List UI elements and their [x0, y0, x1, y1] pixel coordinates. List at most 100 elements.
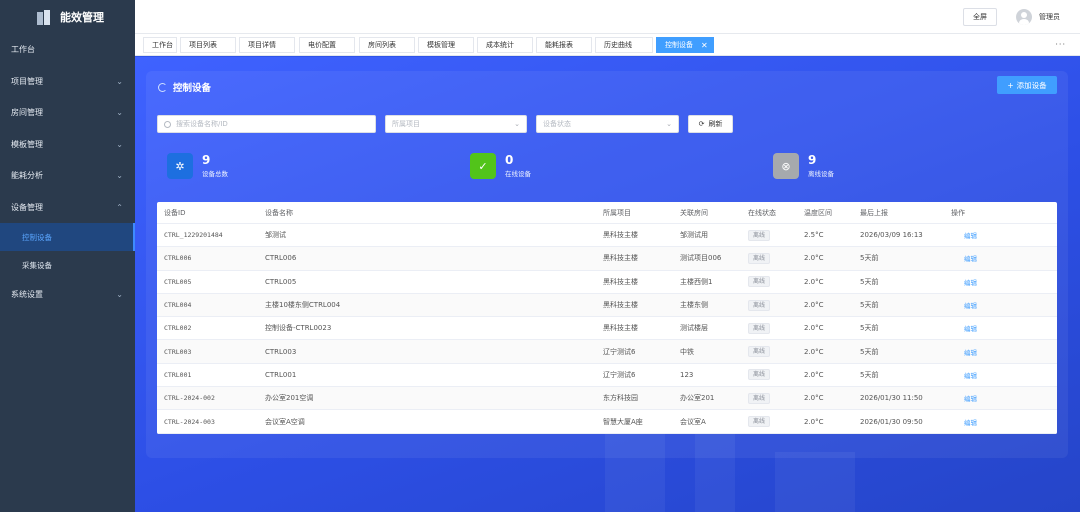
- building-icon: [36, 9, 51, 25]
- status-badge: 离线: [748, 276, 771, 288]
- table-cell: CTRL006: [265, 254, 297, 263]
- table-row: CTRL005 CTRL005 黑科技主楼 主楼西侧1 离线 2.0°C 5天前 编辑: [157, 271, 1057, 294]
- refresh-button[interactable]: ⟳ 刷新: [688, 115, 733, 133]
- status-badge: 离线: [748, 252, 771, 264]
- tab-item[interactable]: 控制设备 ✕: [656, 37, 714, 53]
- app-title: 能效管理: [60, 11, 104, 24]
- tab-label: 控制设备: [665, 41, 693, 49]
- sidebar-item[interactable]: 项目管理 ⌄: [0, 66, 135, 98]
- sidebar-item[interactable]: 模板管理 ⌄: [0, 129, 135, 161]
- user-avatar-icon[interactable]: [1016, 9, 1032, 25]
- table-cell: 2.5°C: [804, 231, 824, 240]
- tab-item[interactable]: 房间列表: [359, 37, 415, 53]
- table-cell: CTRL002: [164, 324, 192, 333]
- chevron-icon: ⌄: [116, 290, 123, 300]
- tab-item[interactable]: 项目列表: [180, 37, 236, 53]
- table-cell: 2026/01/30 09:50: [860, 417, 923, 426]
- search-placeholder: 搜索设备名称/ID: [176, 120, 228, 128]
- table-cell: 智慧大厦A座: [603, 417, 643, 426]
- tab-item[interactable]: 历史曲线: [595, 37, 653, 53]
- table-cell: 5天前: [860, 254, 879, 263]
- table-cell: 编辑: [944, 253, 1057, 263]
- table-cell: 会议室A空调: [265, 417, 305, 426]
- edit-link[interactable]: 编辑: [951, 419, 977, 427]
- chevron-down-icon: ⌄: [514, 120, 520, 128]
- chevron-down-icon: ⌄: [666, 120, 672, 128]
- table-cell: 离线: [741, 346, 797, 358]
- chevron-icon: ⌄: [116, 139, 123, 149]
- sidebar-item-label: 模板管理: [11, 139, 43, 149]
- sidebar-item[interactable]: 系统设置 ⌄: [0, 279, 135, 311]
- table-cell: 主楼10楼东侧CTRL004: [265, 301, 341, 310]
- tab-item[interactable]: 成本统计: [477, 37, 533, 53]
- search-input[interactable]: 搜索设备名称/ID: [157, 115, 376, 133]
- table-cell: CTRL001: [265, 370, 297, 379]
- user-name[interactable]: 管理员: [1039, 12, 1060, 22]
- edit-link[interactable]: 编辑: [951, 325, 977, 333]
- status-badge: 离线: [748, 229, 771, 241]
- edit-link[interactable]: 编辑: [951, 372, 977, 380]
- tab-label: 成本统计: [486, 41, 514, 49]
- table-cell: 编辑: [944, 370, 1057, 380]
- tab-item[interactable]: 电价配置: [299, 37, 355, 53]
- sidebar-item[interactable]: 房间管理 ⌄: [0, 97, 135, 129]
- sidebar-item[interactable]: 工作台: [0, 34, 135, 66]
- sidebar-subitem[interactable]: 采集设备: [0, 251, 135, 279]
- table-cell: CTRL004: [164, 301, 192, 310]
- table-cell: 5天前: [860, 301, 879, 310]
- background-decoration: [775, 452, 855, 512]
- table-cell: 办公室201空调: [265, 394, 314, 403]
- table-cell: 黑科技主楼: [603, 277, 638, 286]
- table-cell: 主楼东侧: [680, 301, 708, 310]
- table-cell: 2026/01/30 11:50: [860, 394, 923, 403]
- tab-label: 项目列表: [189, 41, 217, 49]
- edit-link[interactable]: 编辑: [951, 232, 977, 240]
- project-select[interactable]: 所属项目 ⌄: [385, 115, 527, 133]
- status-badge: 离线: [748, 416, 771, 428]
- stat-icon: ✓: [470, 153, 496, 179]
- edit-link[interactable]: 编辑: [951, 395, 977, 403]
- sidebar-subitem[interactable]: 控制设备: [0, 223, 135, 251]
- table-cell: 2.0°C: [804, 370, 824, 379]
- sidebar-item-label: 项目管理: [11, 76, 43, 86]
- table-row: CTRL-2024-002 办公室201空调 东方科技园 办公室201 离线 2.0°C 2…: [157, 387, 1057, 411]
- tab-more-icon[interactable]: ···: [1055, 40, 1066, 49]
- table-cell: 离线: [741, 369, 797, 381]
- table-cell: 离线: [741, 299, 797, 311]
- table-cell: CTRL_1229201484: [164, 231, 223, 240]
- table-cell: CTRL-2024-002: [164, 394, 215, 403]
- edit-link[interactable]: 编辑: [951, 255, 977, 263]
- sidebar-item[interactable]: 设备管理 ⌃: [0, 192, 135, 224]
- table-row: CTRL002 控制设备-CTRL0023 黑科技主楼 测试楼层 离线 2.0°C 5天前 编…: [157, 317, 1057, 341]
- tab-item[interactable]: 工作台: [143, 37, 177, 53]
- table-cell: 邹测试用: [680, 231, 708, 240]
- edit-link[interactable]: 编辑: [951, 349, 977, 357]
- status-badge: 离线: [748, 392, 771, 404]
- table-cell: 5天前: [860, 370, 879, 379]
- edit-link[interactable]: 编辑: [951, 279, 977, 287]
- tab-item[interactable]: 项目详情: [239, 37, 295, 53]
- column-header: 所属项目: [603, 208, 631, 217]
- chevron-icon: ⌄: [116, 108, 123, 118]
- tab-item[interactable]: 模板管理: [418, 37, 474, 53]
- tab-label: 工作台: [152, 41, 173, 49]
- table-cell: CTRL006: [164, 254, 192, 263]
- table-cell: 编辑: [944, 277, 1057, 287]
- sidebar-item-label: 房间管理: [11, 108, 43, 118]
- table-cell: 离线: [741, 229, 797, 241]
- stat-value: 9: [202, 153, 211, 167]
- column-header: 设备名称: [265, 208, 293, 217]
- sidebar-item[interactable]: 能耗分析 ⌄: [0, 160, 135, 192]
- table-cell: 东方科技园: [603, 394, 638, 403]
- refresh-label: 刷新: [708, 120, 723, 128]
- plus-icon: +: [1007, 80, 1014, 90]
- fullscreen-button[interactable]: 全屏: [963, 8, 997, 26]
- stat-icon: ⊗: [773, 153, 799, 179]
- stat-value: 0: [505, 153, 514, 167]
- status-select[interactable]: 设备状态 ⌄: [536, 115, 679, 133]
- add-device-button[interactable]: + 添加设备: [997, 76, 1057, 94]
- table-cell: 离线: [741, 322, 797, 334]
- tab-item[interactable]: 能耗报表: [536, 37, 592, 53]
- close-icon[interactable]: ✕: [701, 41, 708, 50]
- edit-link[interactable]: 编辑: [951, 302, 977, 310]
